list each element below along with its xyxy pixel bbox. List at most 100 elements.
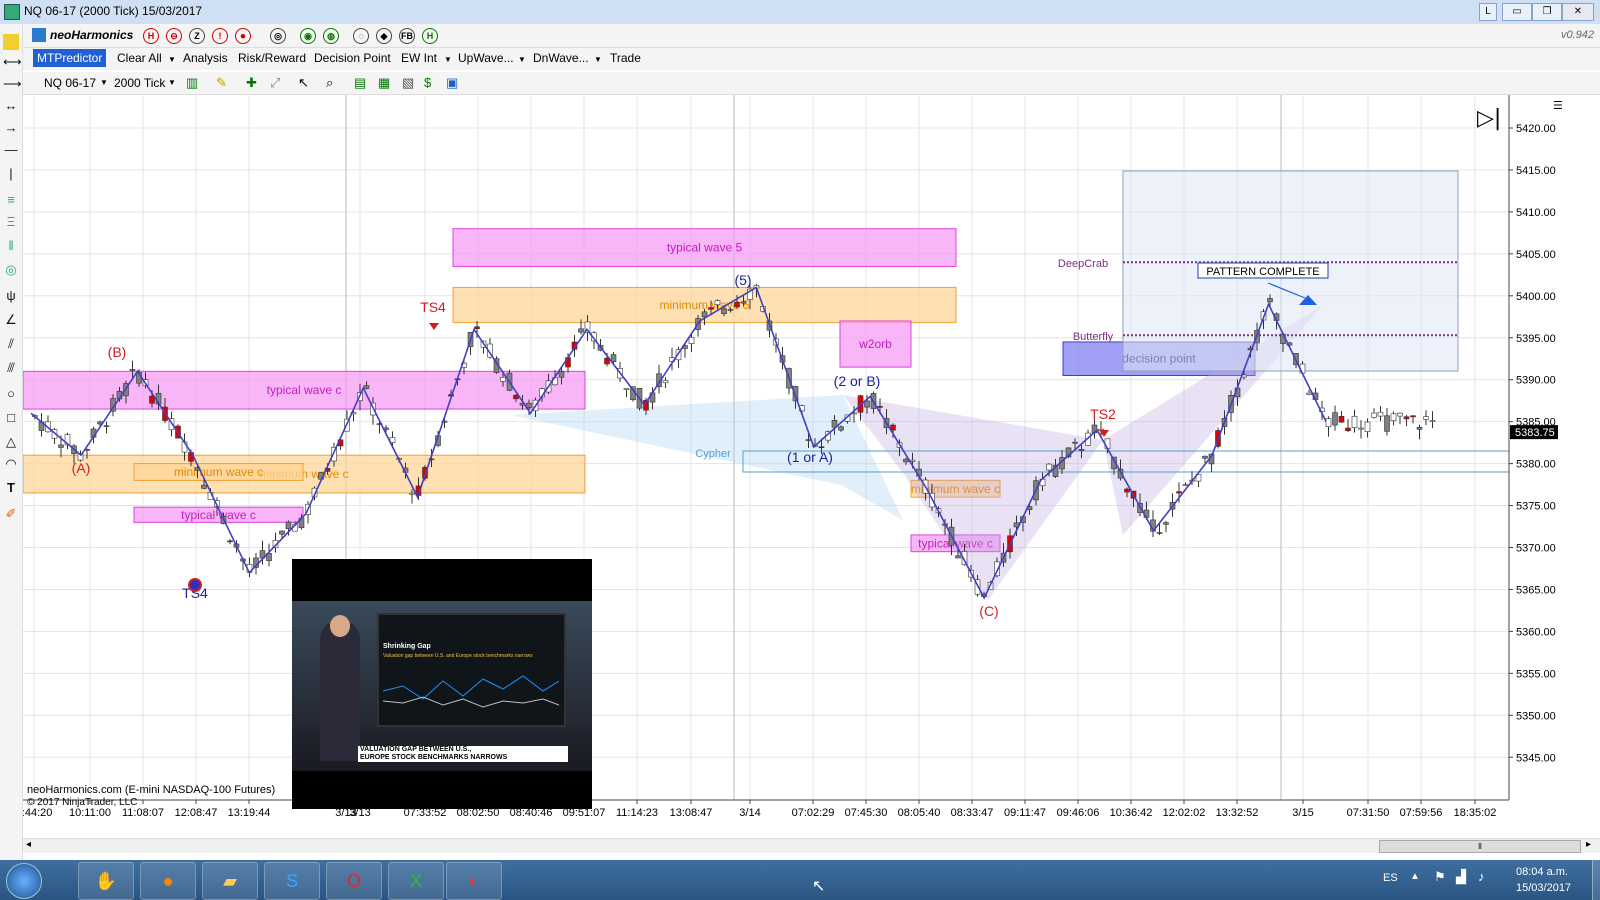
title-bar: NQ 06-17 (2000 Tick) 15/03/2017 L ▭ ❐ ✕ [0, 0, 1600, 25]
menu-dnwave[interactable]: DnWave... [533, 51, 589, 65]
menu-trade[interactable]: Trade [610, 51, 641, 65]
andrews-pitchfork-icon[interactable]: ψ [3, 288, 19, 304]
price-tick-label: 5355.00 [1516, 668, 1556, 680]
channel-tool-icon[interactable]: ≡ [3, 192, 19, 208]
green-button-1[interactable]: ◉ [300, 28, 316, 44]
arrow-line-icon[interactable]: → [3, 120, 19, 136]
bar-type-icon[interactable]: ▥ [186, 75, 198, 91]
restore-button[interactable]: L [1479, 3, 1497, 21]
alert-button[interactable]: ! [212, 28, 228, 44]
extended-line-icon[interactable]: ↔ [3, 98, 19, 114]
vertical-line-icon[interactable]: | [3, 166, 19, 182]
menu-ew-int[interactable]: EW Int [401, 51, 437, 65]
tray-network-icon[interactable]: ▟ [1456, 869, 1466, 885]
interval-selector[interactable]: 2000 Tick [114, 76, 165, 90]
taskbar-explorer-icon[interactable]: ▰ [202, 862, 258, 900]
menu-analysis[interactable]: Analysis [183, 51, 228, 65]
pointer-icon[interactable]: ↖ [298, 75, 309, 91]
taskbar-excel-icon[interactable]: X [388, 862, 444, 900]
text-tool-icon[interactable]: T [3, 480, 19, 496]
candle-body [1182, 484, 1189, 486]
indicator-icon[interactable]: ▤ [354, 75, 366, 91]
interval-dropdown-icon[interactable]: ▼ [168, 78, 176, 87]
fb-button[interactable]: FB [399, 28, 415, 44]
video-overlay[interactable]: Shrinking Gap Valuation gap between U.S.… [292, 559, 592, 809]
z-button[interactable]: Z [189, 28, 205, 44]
taskbar-opera-icon[interactable]: O [326, 862, 382, 900]
strategy-icon[interactable]: ▦ [378, 75, 390, 91]
tray-volume-icon[interactable]: ♪ [1478, 869, 1485, 884]
fib-circle-icon[interactable]: ◎ [3, 262, 19, 278]
fib-time-icon[interactable]: ‖ [3, 238, 19, 254]
menu-clear-all[interactable]: Clear All [117, 51, 162, 65]
properties-icon[interactable]: ▣ [446, 75, 458, 91]
menu-upwave[interactable]: UpWave... [458, 51, 514, 65]
minus-button[interactable]: ⊖ [166, 28, 182, 44]
green-button-2[interactable]: ◍ [323, 28, 339, 44]
zone-label: w2orb [858, 337, 892, 351]
circle-button[interactable]: ◎ [270, 28, 286, 44]
maximize-button[interactable]: ❐ [1532, 3, 1562, 21]
pencil-icon[interactable]: ✎ [216, 75, 227, 91]
candle-body [1364, 421, 1371, 432]
rectangle-tool-icon[interactable]: □ [3, 410, 19, 426]
zoom-tool-icon[interactable]: ⤢ [270, 75, 280, 91]
line-tool-icon[interactable]: ⟷ [3, 54, 22, 70]
ellipse-tool-icon[interactable]: ○ [3, 386, 19, 402]
image-icon[interactable]: ▧ [402, 75, 414, 91]
triangle-tool-icon[interactable]: △ [3, 434, 19, 450]
menu-risk-reward[interactable]: Risk/Reward [238, 51, 306, 65]
scroll-right-icon[interactable]: ▸ [1586, 839, 1591, 850]
price-tick-label: 5420.00 [1516, 123, 1556, 135]
ray-tool-icon[interactable]: ⟶ [3, 76, 22, 92]
language-indicator[interactable]: ES [1383, 872, 1398, 884]
minimize-button[interactable]: ▭ [1502, 3, 1532, 21]
horizontal-scrollbar[interactable]: ◂ ⦀ ▸ [23, 838, 1600, 853]
neoharmonics-toolbar: neoHarmonics H ⊖ Z ! ⏺ ◎ ◉ ◍ ◌ ◆ FB H v0… [0, 24, 1600, 48]
remove-drawings-icon[interactable]: ✐ [3, 506, 19, 522]
fib-retracement-icon[interactable]: Ξ [3, 214, 19, 230]
candle-body [1078, 449, 1085, 451]
magnifier-icon[interactable]: ⌕ [326, 75, 333, 91]
ew-int-dropdown-icon[interactable]: ▼ [444, 55, 452, 64]
scrollbar-thumb[interactable]: ⦀ [1379, 840, 1581, 853]
clock-time[interactable]: 08:04 a.m. [1516, 866, 1568, 878]
trend-channel-icon[interactable]: ⫻ [3, 360, 19, 376]
plus-tool-icon[interactable]: ✚ [246, 75, 257, 91]
gann-fan-icon[interactable]: ∠ [3, 312, 19, 328]
h-green-button[interactable]: H [422, 28, 438, 44]
horizontal-line-icon[interactable]: — [3, 142, 19, 158]
taskbar-firefox-icon[interactable]: ● [140, 862, 196, 900]
time-tick-label: 18:35:02 [1454, 807, 1497, 819]
menu-decision-point[interactable]: Decision Point [314, 51, 391, 65]
h-button[interactable]: H [143, 28, 159, 44]
start-orb-icon[interactable] [6, 863, 42, 899]
show-desktop-button[interactable] [1592, 860, 1600, 900]
tray-flag-icon[interactable]: ⚑ [1434, 869, 1446, 885]
upwave-dropdown-icon[interactable]: ▼ [518, 55, 526, 64]
video-subheadline: Valuation gap between U.S. and Europe st… [383, 653, 533, 659]
price-chart[interactable]: typical wave 5minimum wave 5typical wave… [23, 95, 1600, 860]
instrument-selector[interactable]: NQ 06-17 [44, 76, 96, 90]
dark-button-2[interactable]: ◆ [376, 28, 392, 44]
taskbar-ninjatrader-icon[interactable]: ◐ [446, 862, 502, 900]
instrument-dropdown-icon[interactable]: ▼ [100, 78, 108, 87]
dark-button-1[interactable]: ◌ [353, 28, 369, 44]
ruler-tool-icon[interactable] [3, 34, 19, 50]
arc-tool-icon[interactable]: ◠ [3, 456, 19, 472]
scroll-left-icon[interactable]: ◂ [26, 839, 31, 850]
menu-mtpredictor[interactable]: MTPredictor [33, 49, 107, 67]
taskbar-skype-icon[interactable]: S [264, 862, 320, 900]
clock-date[interactable]: 15/03/2017 [1516, 882, 1571, 894]
regression-channel-icon[interactable]: ⫽ [3, 336, 19, 352]
dnwave-dropdown-icon[interactable]: ▼ [594, 55, 602, 64]
record-button[interactable]: ⏺ [235, 28, 251, 44]
dollar-icon[interactable]: $ [424, 75, 431, 90]
clear-all-dropdown-icon[interactable]: ▼ [168, 55, 176, 64]
price-tick-label: 5370.00 [1516, 543, 1556, 555]
candle-body [623, 388, 630, 390]
taskbar-hand-app-icon[interactable]: ✋ [78, 862, 134, 900]
close-button[interactable]: ✕ [1562, 3, 1594, 21]
candle-body [838, 426, 844, 431]
tray-expand-icon[interactable]: ▲ [1410, 871, 1420, 882]
